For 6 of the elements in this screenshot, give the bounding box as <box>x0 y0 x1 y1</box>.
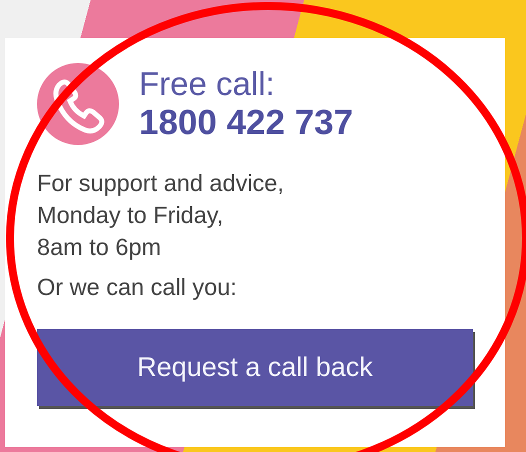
phone-icon <box>37 63 119 145</box>
phone-number: 1800 422 737 <box>139 103 354 143</box>
support-hours-text: For support and advice, Monday to Friday, 8am to 6pm <box>37 169 285 262</box>
free-call-label: Free call: <box>139 65 276 103</box>
request-callback-button[interactable]: Request a call back <box>37 329 473 406</box>
callback-prompt: Or we can call you: <box>37 273 238 302</box>
